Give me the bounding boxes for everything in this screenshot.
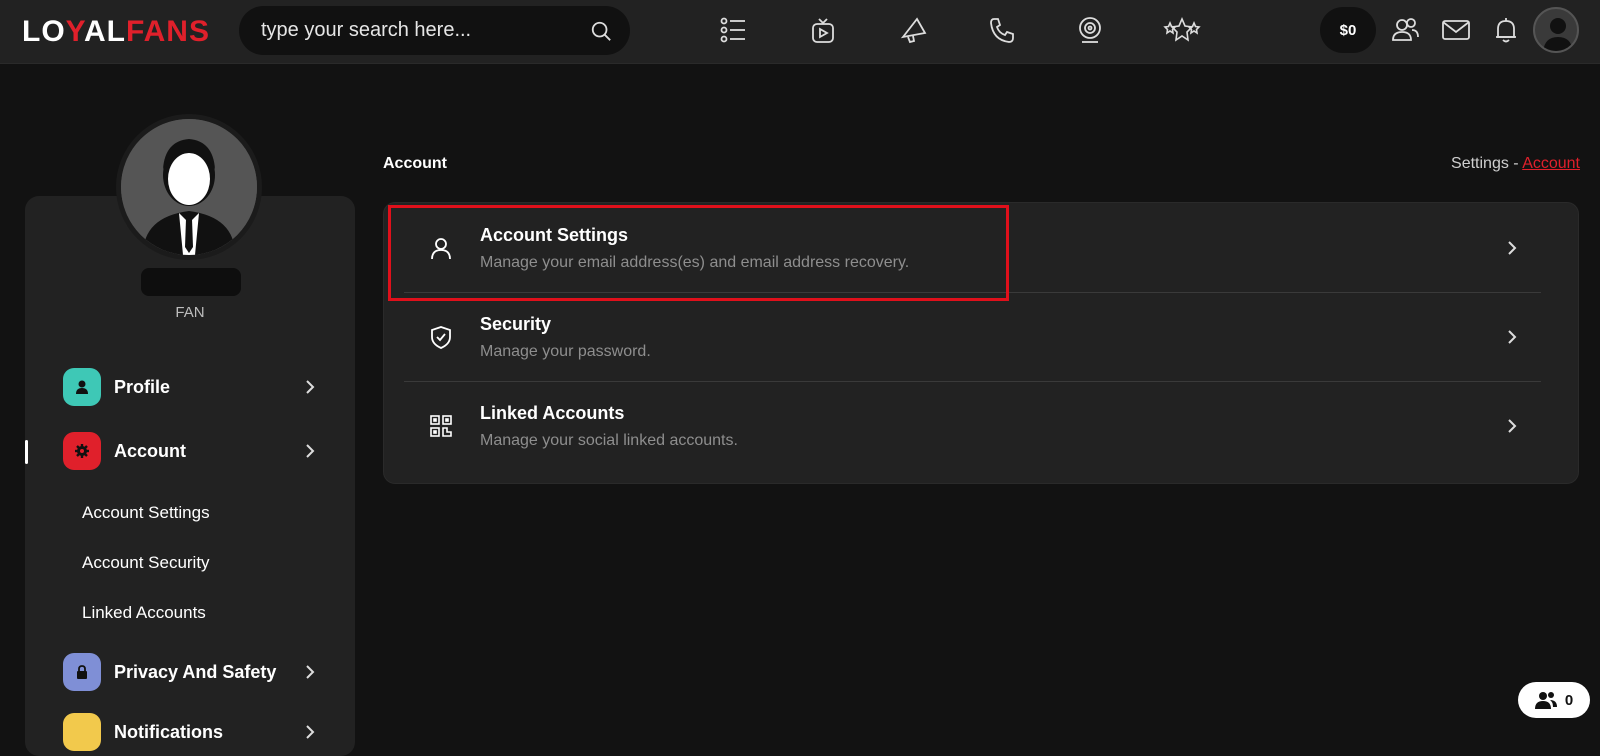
search-input[interactable] bbox=[261, 6, 581, 55]
qr-code-icon bbox=[430, 415, 452, 437]
username-redacted bbox=[141, 268, 241, 296]
breadcrumb-current[interactable]: Account bbox=[1522, 155, 1580, 172]
highlight-box bbox=[388, 205, 1009, 301]
breadcrumb: Settings - Account bbox=[1451, 155, 1580, 173]
search-bar bbox=[239, 6, 630, 55]
row-title: Security bbox=[480, 314, 552, 334]
sidebar-item-label: Account bbox=[114, 440, 186, 461]
sidebar-item-label: Notifications bbox=[114, 721, 224, 742]
row-security[interactable]: Security Manage your password. bbox=[404, 292, 1541, 380]
stars-icon[interactable] bbox=[1162, 14, 1202, 46]
profile-avatar[interactable] bbox=[116, 114, 262, 260]
bell-icon bbox=[63, 713, 101, 751]
logo-text-1: LO bbox=[22, 15, 66, 48]
logo-text-4: FANS bbox=[125, 15, 210, 48]
row-description: Manage your social linked accounts. bbox=[480, 432, 738, 449]
chevron-right-icon bbox=[306, 380, 315, 394]
logo-text-2: Y bbox=[65, 15, 84, 48]
row-linked-accounts[interactable]: Linked Accounts Manage your social linke… bbox=[404, 381, 1541, 469]
video-icon[interactable] bbox=[807, 14, 839, 46]
sidebar-item-label: Privacy And Safety bbox=[114, 661, 277, 682]
submenu-account-security[interactable]: Account Security bbox=[82, 553, 210, 573]
sidebar-item-notifications[interactable]: Notifications bbox=[63, 712, 323, 752]
sidebar-item-privacy[interactable]: Privacy And Safety bbox=[63, 652, 323, 692]
sidebar-item-profile[interactable]: Profile bbox=[63, 367, 323, 407]
active-indicator bbox=[25, 440, 28, 464]
row-title: Linked Accounts bbox=[480, 403, 625, 423]
page-title: Account bbox=[383, 155, 447, 172]
bell-icon[interactable] bbox=[1490, 14, 1522, 46]
mail-icon[interactable] bbox=[1439, 14, 1473, 46]
sidebar-item-account[interactable]: Account bbox=[63, 431, 323, 471]
submenu-account-settings[interactable]: Account Settings bbox=[82, 503, 210, 523]
lock-icon bbox=[63, 653, 101, 691]
person-icon bbox=[63, 368, 101, 406]
chevron-right-icon bbox=[306, 725, 315, 739]
submenu-linked-accounts[interactable]: Linked Accounts bbox=[82, 603, 206, 623]
shield-check-icon bbox=[431, 326, 451, 349]
logo-text-3: AL bbox=[83, 15, 126, 48]
phone-icon[interactable] bbox=[986, 14, 1018, 46]
search-icon[interactable] bbox=[590, 20, 612, 42]
chevron-right-icon bbox=[1508, 330, 1517, 344]
breadcrumb-separator: - bbox=[1508, 155, 1523, 172]
row-description: Manage your password. bbox=[480, 343, 651, 360]
top-bar: LOYALFANS $0 bbox=[0, 0, 1600, 64]
webcam-icon[interactable] bbox=[1074, 14, 1106, 46]
balance-value: $0 bbox=[1339, 21, 1357, 39]
profile-role: FAN bbox=[175, 304, 205, 321]
gear-icon bbox=[63, 432, 101, 470]
chevron-right-icon bbox=[1508, 241, 1517, 255]
breadcrumb-root[interactable]: Settings bbox=[1451, 155, 1509, 172]
logo[interactable]: LOYALFANS bbox=[22, 14, 210, 50]
online-users-button[interactable]: 0 bbox=[1518, 682, 1590, 718]
avatar[interactable] bbox=[1533, 7, 1579, 53]
online-count: 0 bbox=[1564, 691, 1574, 709]
list-icon[interactable] bbox=[717, 14, 749, 46]
megaphone-icon[interactable] bbox=[898, 14, 930, 46]
chevron-right-icon bbox=[306, 444, 315, 458]
wallet-balance[interactable]: $0 bbox=[1320, 7, 1376, 53]
users-icon[interactable] bbox=[1389, 14, 1421, 46]
chevron-right-icon bbox=[1508, 419, 1517, 433]
sidebar-item-label: Profile bbox=[114, 376, 171, 397]
chevron-right-icon bbox=[306, 665, 315, 679]
users-icon bbox=[1534, 692, 1557, 709]
